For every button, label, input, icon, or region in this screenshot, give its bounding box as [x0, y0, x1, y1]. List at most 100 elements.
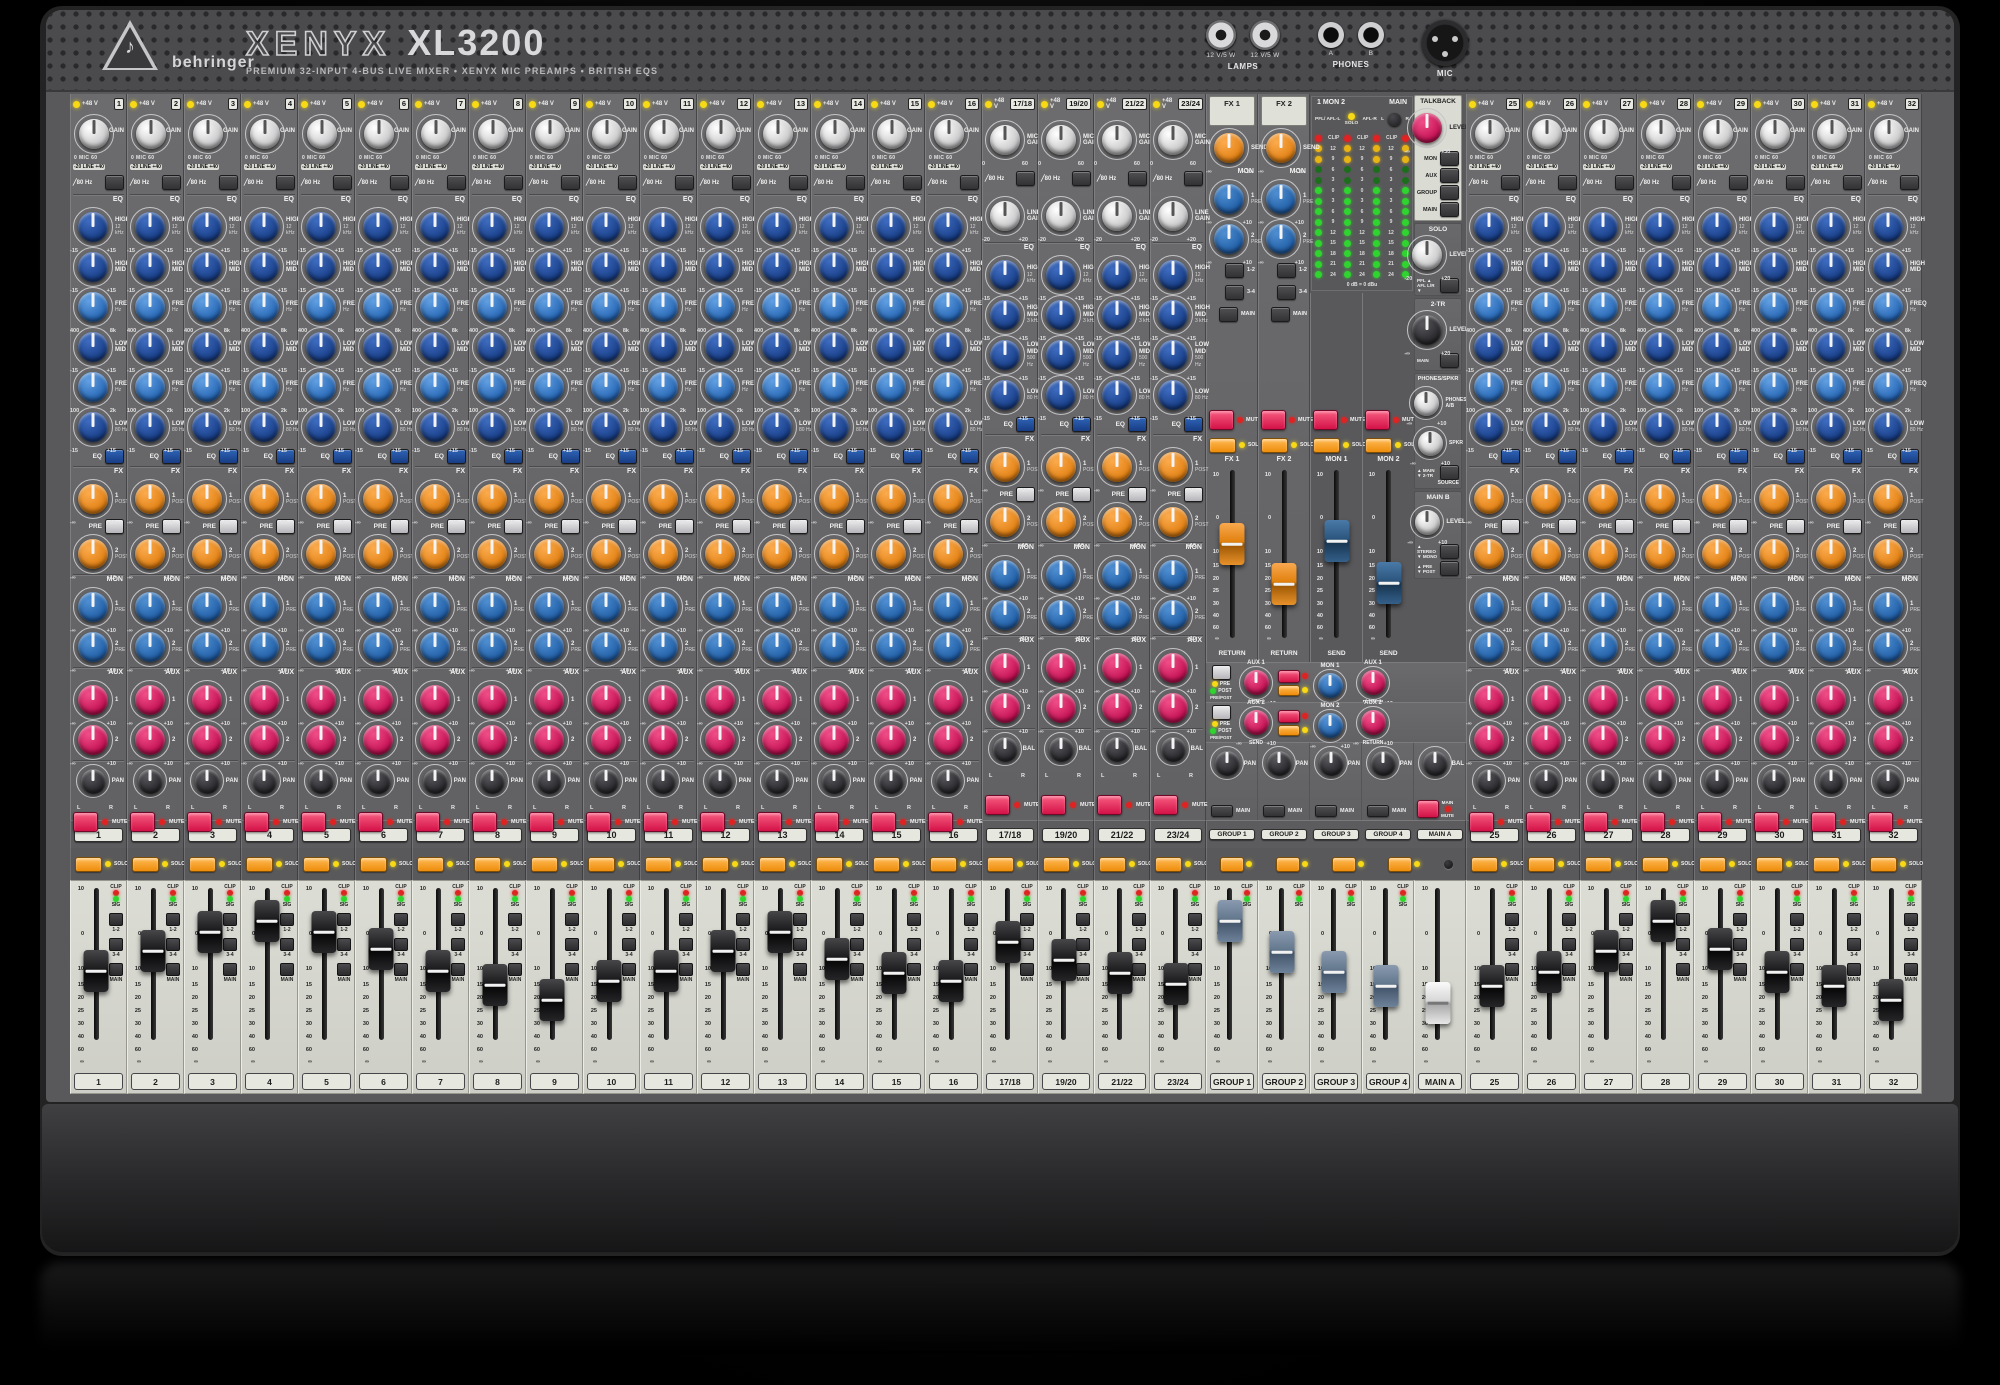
- aux2-send-knob[interactable]: [192, 725, 222, 755]
- solo-button[interactable]: [759, 857, 786, 872]
- mic-gain-knob[interactable]: [1102, 125, 1132, 155]
- assign-button-MAIN[interactable]: [1219, 307, 1238, 322]
- routing-button-1-2[interactable]: [1733, 913, 1747, 926]
- eq-knob-1[interactable]: [1702, 252, 1732, 282]
- lowcut-button[interactable]: [1016, 171, 1035, 186]
- eq-knob-3[interactable]: [1759, 332, 1789, 362]
- aux-mute-button[interactable]: [1278, 710, 1300, 723]
- aux-solo-button[interactable]: [1278, 725, 1300, 736]
- routing-button-3-4[interactable]: [1733, 938, 1747, 951]
- mon1-send-knob[interactable]: [762, 592, 792, 622]
- aux1-send-knob[interactable]: [1102, 653, 1132, 683]
- solo-button[interactable]: [645, 857, 672, 872]
- fx1-send-knob[interactable]: [762, 484, 792, 514]
- routing-button-MAIN[interactable]: [109, 963, 123, 976]
- fx2-send-knob[interactable]: [192, 539, 222, 569]
- eq-knob-4[interactable]: [306, 372, 336, 402]
- fx2-send-knob[interactable]: [477, 539, 507, 569]
- aux1-send-knob[interactable]: [1759, 685, 1789, 715]
- aux1-send-knob[interactable]: [249, 685, 279, 715]
- mute-button[interactable]: [1097, 795, 1122, 815]
- assign-button-1-2[interactable]: [1277, 263, 1296, 278]
- routing-button-MAIN[interactable]: [394, 963, 408, 976]
- lowcut-button[interactable]: [1900, 175, 1919, 190]
- aux2-send-knob[interactable]: [705, 725, 735, 755]
- eq-knob-2[interactable]: [876, 292, 906, 322]
- mic-gain-knob[interactable]: [1158, 125, 1188, 155]
- routing-button-MAIN[interactable]: [622, 963, 636, 976]
- aux1-send-knob[interactable]: [1873, 685, 1903, 715]
- fx1-send-knob[interactable]: [1588, 484, 1618, 514]
- eq-knob-1[interactable]: [78, 252, 108, 282]
- mon1-send-knob[interactable]: [990, 560, 1020, 590]
- group-solo-button[interactable]: [1332, 857, 1356, 872]
- aux2-send-knob[interactable]: [933, 725, 963, 755]
- eq-knob-5[interactable]: [1702, 412, 1732, 442]
- fx2-send-knob[interactable]: [1158, 507, 1188, 537]
- routing-button-1-2[interactable]: [109, 913, 123, 926]
- eq-knob-2[interactable]: [1588, 292, 1618, 322]
- eq-knob-4[interactable]: [78, 372, 108, 402]
- eq-knob-4[interactable]: [420, 372, 450, 402]
- bal-knob[interactable]: [993, 737, 1018, 762]
- channel-fader[interactable]: [939, 960, 964, 1002]
- solo-button[interactable]: [1043, 857, 1070, 872]
- aux1-send-knob[interactable]: [1474, 685, 1504, 715]
- routing-button-3-4[interactable]: [1676, 938, 1690, 951]
- eq-knob-4[interactable]: [648, 372, 678, 402]
- channel-fader[interactable]: [540, 979, 565, 1021]
- mute-button[interactable]: [928, 812, 953, 832]
- eq-knob-1[interactable]: [306, 252, 336, 282]
- pan-knob[interactable]: [1876, 769, 1901, 794]
- pan-knob[interactable]: [252, 769, 277, 794]
- group-to-main-button[interactable]: [1315, 805, 1337, 817]
- eq-knob-5[interactable]: [819, 412, 849, 442]
- eq-knob-1[interactable]: [1046, 300, 1076, 330]
- solo-button[interactable]: [873, 857, 900, 872]
- fx2-send-knob[interactable]: [135, 539, 165, 569]
- channel-fader[interactable]: [141, 930, 166, 972]
- aux1-send-knob[interactable]: [135, 685, 165, 715]
- aux-master-send-knob[interactable]: [1244, 710, 1269, 735]
- eq-knob-0[interactable]: [363, 212, 393, 242]
- eq-knob-5[interactable]: [933, 412, 963, 442]
- routing-button-3-4[interactable]: [109, 938, 123, 951]
- aux1-send-knob[interactable]: [990, 653, 1020, 683]
- mon2-send-knob[interactable]: [591, 632, 621, 662]
- solo-button[interactable]: [132, 857, 159, 872]
- routing-button-3-4[interactable]: [736, 938, 750, 951]
- mute-button[interactable]: [1469, 812, 1494, 832]
- channel-fader[interactable]: [1217, 900, 1242, 942]
- eq-knob-5[interactable]: [192, 412, 222, 442]
- eq-knob-1[interactable]: [249, 252, 279, 282]
- channel-fader[interactable]: [1373, 965, 1398, 1007]
- mon2-send-knob[interactable]: [762, 632, 792, 662]
- mon1-send-knob[interactable]: [1588, 592, 1618, 622]
- solo-button[interactable]: [474, 857, 501, 872]
- channel-fader[interactable]: [483, 964, 508, 1006]
- routing-button-MAIN[interactable]: [1904, 963, 1918, 976]
- mute-button[interactable]: [301, 812, 326, 832]
- aux-pre-post-button[interactable]: [1212, 665, 1231, 680]
- lowcut-button[interactable]: [846, 175, 865, 190]
- mon1-knob[interactable]: [1214, 184, 1244, 214]
- routing-button-MAIN[interactable]: [1188, 963, 1202, 976]
- mute-button[interactable]: [1261, 410, 1286, 430]
- eq-knob-0[interactable]: [1873, 212, 1903, 242]
- mute-button[interactable]: [187, 812, 212, 832]
- mute-button[interactable]: [757, 812, 782, 832]
- fx-return-fader[interactable]: [1272, 563, 1297, 605]
- mute-button[interactable]: [358, 812, 383, 832]
- routing-button-1-2[interactable]: [907, 913, 921, 926]
- pan-knob[interactable]: [309, 769, 334, 794]
- routing-button-MAIN[interactable]: [280, 963, 294, 976]
- mon1-send-knob[interactable]: [705, 592, 735, 622]
- eq-knob-4[interactable]: [1873, 372, 1903, 402]
- channel-fader[interactable]: [1321, 951, 1346, 993]
- eq-knob-1[interactable]: [990, 300, 1020, 330]
- routing-button-MAIN[interactable]: [907, 963, 921, 976]
- mon2-send-knob[interactable]: [1102, 600, 1132, 630]
- aux1-send-knob[interactable]: [591, 685, 621, 715]
- eq-knob-1[interactable]: [933, 252, 963, 282]
- channel-fader[interactable]: [768, 911, 793, 953]
